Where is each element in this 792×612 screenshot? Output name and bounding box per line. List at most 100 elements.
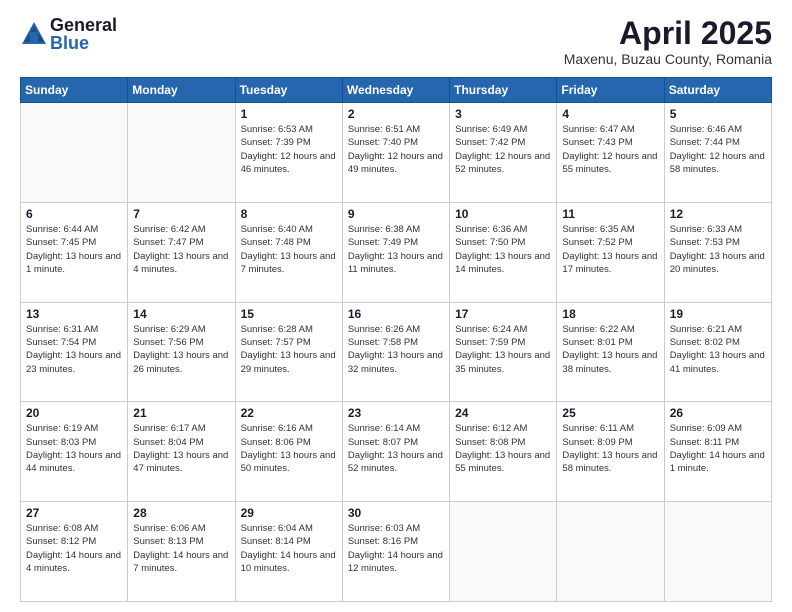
cell-info: Sunrise: 6:49 AM Sunset: 7:42 PM Dayligh… [455,123,551,176]
cell-info: Sunrise: 6:14 AM Sunset: 8:07 PM Dayligh… [348,422,444,475]
cell-info: Sunrise: 6:40 AM Sunset: 7:48 PM Dayligh… [241,223,337,276]
day-header-wednesday: Wednesday [342,78,449,103]
day-number: 22 [241,406,337,420]
cell-info: Sunrise: 6:03 AM Sunset: 8:16 PM Dayligh… [348,522,444,575]
day-number: 30 [348,506,444,520]
cell-info: Sunrise: 6:53 AM Sunset: 7:39 PM Dayligh… [241,123,337,176]
title-area: April 2025 Maxenu, Buzau County, Romania [564,16,772,67]
day-number: 5 [670,107,766,121]
calendar-cell: 5 Sunrise: 6:46 AM Sunset: 7:44 PM Daylig… [664,103,771,203]
cell-info: Sunrise: 6:47 AM Sunset: 7:43 PM Dayligh… [562,123,658,176]
calendar-cell: 13 Sunrise: 6:31 AM Sunset: 7:54 PM Dayli… [21,302,128,402]
calendar-cell: 29Sunrise: 6:04 AM Sunset: 8:14 PM Dayli… [235,502,342,602]
day-number: 9 [348,207,444,221]
logo-general-text: General [50,16,117,34]
calendar-cell: 10Sunrise: 6:36 AM Sunset: 7:50 PM Dayli… [450,202,557,302]
cell-info: Sunrise: 6:26 AM Sunset: 7:58 PM Dayligh… [348,323,444,376]
day-number: 7 [133,207,229,221]
calendar-body: 1 Sunrise: 6:53 AM Sunset: 7:39 PM Daylig… [21,103,772,602]
cell-info: Sunrise: 6:09 AM Sunset: 8:11 PM Dayligh… [670,422,766,475]
cell-info: Sunrise: 6:21 AM Sunset: 8:02 PM Dayligh… [670,323,766,376]
calendar-cell: 6Sunrise: 6:44 AM Sunset: 7:45 PM Daylig… [21,202,128,302]
day-header-tuesday: Tuesday [235,78,342,103]
cell-info: Sunrise: 6:12 AM Sunset: 8:08 PM Dayligh… [455,422,551,475]
day-header-thursday: Thursday [450,78,557,103]
calendar-cell: 20Sunrise: 6:19 AM Sunset: 8:03 PM Dayli… [21,402,128,502]
page: General Blue April 2025 Maxenu, Buzau Co… [0,0,792,612]
cell-info: Sunrise: 6:08 AM Sunset: 8:12 PM Dayligh… [26,522,122,575]
cell-info: Sunrise: 6:46 AM Sunset: 7:44 PM Dayligh… [670,123,766,176]
calendar-cell [557,502,664,602]
calendar-cell: 17Sunrise: 6:24 AM Sunset: 7:59 PM Dayli… [450,302,557,402]
week-row-4: 27 Sunrise: 6:08 AM Sunset: 8:12 PM Dayli… [21,502,772,602]
header-row: SundayMondayTuesdayWednesdayThursdayFrid… [21,78,772,103]
calendar-cell [664,502,771,602]
day-number: 26 [670,406,766,420]
day-number: 8 [241,207,337,221]
calendar-cell: 30 Sunrise: 6:03 AM Sunset: 8:16 PM Dayli… [342,502,449,602]
day-number: 27 [26,506,122,520]
day-number: 11 [562,207,658,221]
calendar-cell: 22 Sunrise: 6:16 AM Sunset: 8:06 PM Dayli… [235,402,342,502]
calendar-cell: 19Sunrise: 6:21 AM Sunset: 8:02 PM Dayli… [664,302,771,402]
calendar-cell: 25 Sunrise: 6:11 AM Sunset: 8:09 PM Dayli… [557,402,664,502]
day-number: 3 [455,107,551,121]
calendar-cell: 11 Sunrise: 6:35 AM Sunset: 7:52 PM Dayli… [557,202,664,302]
calendar-cell: 9Sunrise: 6:38 AM Sunset: 7:49 PM Daylig… [342,202,449,302]
calendar-table: SundayMondayTuesdayWednesdayThursdayFrid… [20,77,772,602]
calendar-cell: 15Sunrise: 6:28 AM Sunset: 7:57 PM Dayli… [235,302,342,402]
day-number: 13 [26,307,122,321]
cell-info: Sunrise: 6:16 AM Sunset: 8:06 PM Dayligh… [241,422,337,475]
calendar-cell: 8 Sunrise: 6:40 AM Sunset: 7:48 PM Daylig… [235,202,342,302]
header: General Blue April 2025 Maxenu, Buzau Co… [20,16,772,67]
day-header-monday: Monday [128,78,235,103]
calendar-cell: 12 Sunrise: 6:33 AM Sunset: 7:53 PM Dayli… [664,202,771,302]
day-number: 23 [348,406,444,420]
cell-info: Sunrise: 6:35 AM Sunset: 7:52 PM Dayligh… [562,223,658,276]
cell-info: Sunrise: 6:22 AM Sunset: 8:01 PM Dayligh… [562,323,658,376]
calendar-header: SundayMondayTuesdayWednesdayThursdayFrid… [21,78,772,103]
day-number: 2 [348,107,444,121]
week-row-0: 1 Sunrise: 6:53 AM Sunset: 7:39 PM Daylig… [21,103,772,203]
day-number: 1 [241,107,337,121]
cell-info: Sunrise: 6:33 AM Sunset: 7:53 PM Dayligh… [670,223,766,276]
cell-info: Sunrise: 6:31 AM Sunset: 7:54 PM Dayligh… [26,323,122,376]
cell-info: Sunrise: 6:51 AM Sunset: 7:40 PM Dayligh… [348,123,444,176]
day-number: 18 [562,307,658,321]
calendar-cell: 28Sunrise: 6:06 AM Sunset: 8:13 PM Dayli… [128,502,235,602]
week-row-1: 6Sunrise: 6:44 AM Sunset: 7:45 PM Daylig… [21,202,772,302]
day-number: 24 [455,406,551,420]
day-header-friday: Friday [557,78,664,103]
calendar-cell: 1 Sunrise: 6:53 AM Sunset: 7:39 PM Daylig… [235,103,342,203]
cell-info: Sunrise: 6:29 AM Sunset: 7:56 PM Dayligh… [133,323,229,376]
day-number: 28 [133,506,229,520]
day-number: 15 [241,307,337,321]
day-number: 14 [133,307,229,321]
cell-info: Sunrise: 6:17 AM Sunset: 8:04 PM Dayligh… [133,422,229,475]
calendar-cell: 26 Sunrise: 6:09 AM Sunset: 8:11 PM Dayli… [664,402,771,502]
week-row-2: 13 Sunrise: 6:31 AM Sunset: 7:54 PM Dayli… [21,302,772,402]
cell-info: Sunrise: 6:04 AM Sunset: 8:14 PM Dayligh… [241,522,337,575]
calendar-cell: 4 Sunrise: 6:47 AM Sunset: 7:43 PM Daylig… [557,103,664,203]
cell-info: Sunrise: 6:11 AM Sunset: 8:09 PM Dayligh… [562,422,658,475]
logo: General Blue [20,16,117,52]
logo-blue-text: Blue [50,34,117,52]
calendar-cell: 14 Sunrise: 6:29 AM Sunset: 7:56 PM Dayli… [128,302,235,402]
day-number: 17 [455,307,551,321]
day-header-saturday: Saturday [664,78,771,103]
day-number: 16 [348,307,444,321]
logo-icon [20,20,48,48]
day-number: 25 [562,406,658,420]
logo-text: General Blue [50,16,117,52]
cell-info: Sunrise: 6:42 AM Sunset: 7:47 PM Dayligh… [133,223,229,276]
calendar-cell: 27 Sunrise: 6:08 AM Sunset: 8:12 PM Dayli… [21,502,128,602]
day-number: 4 [562,107,658,121]
calendar-cell: 24 Sunrise: 6:12 AM Sunset: 8:08 PM Dayli… [450,402,557,502]
calendar-cell [128,103,235,203]
calendar-cell: 3 Sunrise: 6:49 AM Sunset: 7:42 PM Daylig… [450,103,557,203]
day-number: 21 [133,406,229,420]
day-number: 12 [670,207,766,221]
day-number: 10 [455,207,551,221]
calendar-cell: 16 Sunrise: 6:26 AM Sunset: 7:58 PM Dayli… [342,302,449,402]
calendar-cell: 7 Sunrise: 6:42 AM Sunset: 7:47 PM Daylig… [128,202,235,302]
